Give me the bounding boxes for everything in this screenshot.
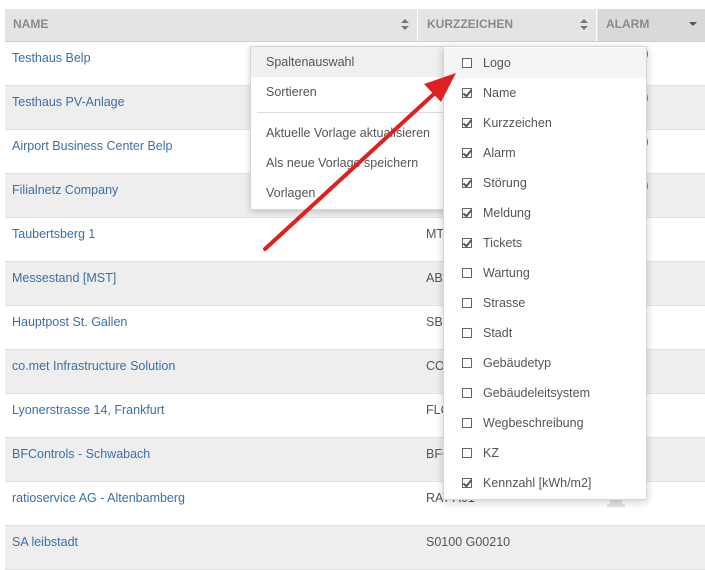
column-context-menu: Spaltenauswahl Sortieren Aktuelle Vorlag… — [250, 46, 450, 210]
column-option-name[interactable]: Name — [444, 78, 646, 108]
column-option-label: Wegbeschreibung — [483, 416, 584, 430]
column-option-label: Gebäudeleitsystem — [483, 386, 591, 400]
sort-icon[interactable] — [580, 19, 588, 31]
menu-item-sortieren[interactable]: Sortieren — [251, 77, 449, 107]
building-name-link[interactable]: Lyonerstrasse 14, Frankfurt — [12, 394, 164, 426]
checkbox[interactable] — [462, 268, 472, 278]
column-option-meldung[interactable]: Meldung — [444, 198, 646, 228]
checkbox[interactable] — [462, 298, 472, 308]
checkbox[interactable] — [462, 388, 472, 398]
column-option-label: Störung — [483, 176, 527, 190]
column-option-label: Tickets — [483, 236, 523, 250]
column-option-label: Strasse — [483, 296, 526, 310]
column-option-strasse[interactable]: Strasse — [444, 288, 646, 318]
table-row[interactable]: SA leibstadt S0100 G00210 — [5, 526, 705, 570]
column-option-wegbeschreibung[interactable]: Wegbeschreibung — [444, 408, 646, 438]
column-option-label: Kurzzeichen — [483, 116, 552, 130]
menu-item-save-new-template[interactable]: Als neue Vorlage speichern — [251, 148, 449, 178]
column-option-tickets[interactable]: Tickets — [444, 228, 646, 258]
column-header-kurzzeichen-label: KURZZEICHEN — [427, 17, 513, 31]
checkbox[interactable] — [462, 208, 472, 218]
column-option-alarm[interactable]: Alarm — [444, 138, 646, 168]
column-option-logo[interactable]: Logo — [444, 48, 646, 78]
column-option-label: Logo — [483, 56, 511, 70]
checkbox[interactable] — [462, 448, 472, 458]
checkbox[interactable] — [462, 178, 472, 188]
menu-item-spaltenauswahl[interactable]: Spaltenauswahl — [251, 47, 449, 77]
checkbox[interactable] — [462, 148, 472, 158]
column-option-gebaeudeleitsystem[interactable]: Gebäudeleitsystem — [444, 378, 646, 408]
table-header: NAME KURZZEICHEN ALARM — [5, 9, 705, 42]
building-code: S0100 G00210 — [426, 535, 511, 549]
checkbox[interactable] — [462, 478, 472, 488]
column-chooser-submenu: Logo Name Kurzzeichen Alarm Störung Meld… — [443, 46, 647, 500]
checkbox[interactable] — [462, 238, 472, 248]
building-code: MT — [426, 227, 445, 241]
building-name-link[interactable]: Taubertsberg 1 — [12, 218, 95, 250]
column-option-label: Meldung — [483, 206, 531, 220]
menu-divider — [257, 112, 443, 113]
column-option-kz[interactable]: KZ — [444, 438, 646, 468]
chevron-down-icon[interactable] — [689, 22, 697, 26]
column-option-label: KZ — [483, 446, 499, 460]
column-option-gebaeudetyp[interactable]: Gebäudetyp — [444, 348, 646, 378]
building-name-link[interactable]: co.met Infrastructure Solution — [12, 350, 175, 382]
column-option-kennzahl[interactable]: Kennzahl [kWh/m2] — [444, 468, 646, 498]
column-header-name-label: NAME — [13, 17, 49, 31]
checkbox[interactable] — [462, 328, 472, 338]
column-option-stadt[interactable]: Stadt — [444, 318, 646, 348]
checkbox[interactable] — [462, 358, 472, 368]
sort-icon[interactable] — [401, 19, 409, 31]
column-header-name[interactable]: NAME — [5, 9, 418, 41]
building-name-link[interactable]: Testhaus PV-Anlage — [12, 86, 125, 118]
building-name-link[interactable]: BFControls - Schwabach — [12, 438, 150, 470]
menu-item-templates[interactable]: Vorlagen — [251, 178, 449, 208]
checkbox[interactable] — [462, 418, 472, 428]
column-option-label: Alarm — [483, 146, 516, 160]
column-header-alarm[interactable]: ALARM — [598, 9, 705, 41]
building-code: CO — [426, 359, 445, 373]
column-option-wartung[interactable]: Wartung — [444, 258, 646, 288]
building-name-link[interactable]: Airport Business Center Belp — [12, 130, 173, 162]
checkbox[interactable] — [462, 118, 472, 128]
building-name-link[interactable]: SA leibstadt — [12, 526, 78, 558]
checkbox[interactable] — [462, 58, 472, 68]
column-option-label: Kennzahl [kWh/m2] — [483, 476, 592, 490]
column-option-stoerung[interactable]: Störung — [444, 168, 646, 198]
building-name-link[interactable]: Hauptpost St. Gallen — [12, 306, 127, 338]
building-name-link[interactable]: Testhaus Belp — [12, 42, 91, 74]
building-name-link[interactable]: Messestand [MST] — [12, 262, 116, 294]
building-name-link[interactable]: Filialnetz Company — [12, 174, 118, 206]
column-option-label: Wartung — [483, 266, 530, 280]
column-header-alarm-label: ALARM — [606, 17, 650, 31]
menu-item-update-template[interactable]: Aktuelle Vorlage aktualisieren — [251, 118, 449, 148]
building-name-link[interactable]: ratioservice AG - Altenbamberg — [12, 482, 185, 514]
checkbox[interactable] — [462, 88, 472, 98]
column-header-kurzzeichen[interactable]: KURZZEICHEN — [419, 9, 597, 41]
column-option-label: Name — [483, 86, 517, 100]
column-option-label: Gebäudetyp — [483, 356, 552, 370]
column-option-label: Stadt — [483, 326, 513, 340]
column-option-kurzzeichen[interactable]: Kurzzeichen — [444, 108, 646, 138]
